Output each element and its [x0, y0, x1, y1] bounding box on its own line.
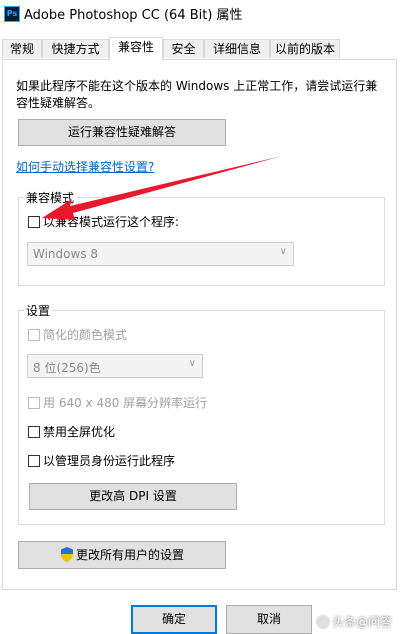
compat-intro-text: 如果此程序不能在这个版本的 Windows 上正常工作，请尝试运行兼容性疑难解答…	[16, 79, 378, 110]
ok-button[interactable]: 确定	[131, 605, 217, 634]
color-mode-select-value: 8 位(256)色	[33, 361, 101, 375]
os-version-select[interactable]: Windows 8 ∨	[27, 242, 294, 266]
compat-mode-group-label: 兼容模式	[24, 189, 77, 206]
run-as-admin-label[interactable]: 以管理员身份运行此程序	[43, 454, 175, 469]
res-640-label[interactable]: 用 640 x 480 屏幕分辨率运行	[43, 396, 207, 411]
tab-general[interactable]: 常规	[2, 39, 42, 58]
tab-details[interactable]: 详细信息	[204, 39, 270, 58]
os-version-select-value: Windows 8	[33, 247, 99, 261]
res-640-checkbox[interactable]	[28, 397, 40, 409]
tab-shortcut[interactable]: 快捷方式	[42, 39, 109, 58]
tab-strip: 常规 快捷方式 兼容性 安全 详细信息 以前的版本	[2, 37, 398, 60]
settings-group-label: 设置	[24, 302, 53, 319]
tab-previous-versions[interactable]: 以前的版本	[270, 39, 340, 58]
chevron-down-icon: ∨	[188, 358, 196, 369]
watermark-text: 头条@问答	[331, 615, 392, 629]
compat-mode-checkbox[interactable]	[28, 216, 40, 228]
change-all-users-button[interactable]: 更改所有用户的设置	[18, 541, 226, 569]
tab-compatibility[interactable]: 兼容性	[109, 37, 163, 60]
manual-compat-link[interactable]: 如何手动选择兼容性设置?	[16, 158, 154, 175]
color-mode-select[interactable]: 8 位(256)色 ∨	[27, 354, 203, 378]
watermark: 头条@问答	[315, 613, 392, 630]
change-high-dpi-button[interactable]: 更改高 DPI 设置	[29, 483, 237, 510]
disable-fullscreen-checkbox[interactable]	[28, 426, 40, 438]
title-bar: Ps Adobe Photoshop CC (64 Bit) 属性	[0, 0, 400, 30]
change-all-users-label: 更改所有用户的设置	[75, 548, 184, 562]
compat-mode-checkbox-label[interactable]: 以兼容模式运行这个程序:	[43, 215, 179, 230]
photoshop-app-icon: Ps	[4, 6, 20, 22]
run-as-admin-checkbox[interactable]	[28, 455, 40, 467]
reduced-color-label[interactable]: 简化的颜色模式	[43, 328, 127, 343]
toutiao-logo-icon	[315, 615, 330, 629]
run-troubleshooter-button[interactable]: 运行兼容性疑难解答	[18, 119, 226, 146]
window-title: Adobe Photoshop CC (64 Bit) 属性	[24, 8, 243, 23]
cancel-button[interactable]: 取消	[226, 605, 312, 634]
chevron-down-icon: ∨	[279, 246, 287, 257]
disable-fullscreen-label[interactable]: 禁用全屏优化	[43, 425, 115, 440]
tab-security[interactable]: 安全	[163, 39, 204, 58]
uac-shield-icon	[60, 547, 73, 562]
reduced-color-checkbox[interactable]	[28, 329, 40, 341]
